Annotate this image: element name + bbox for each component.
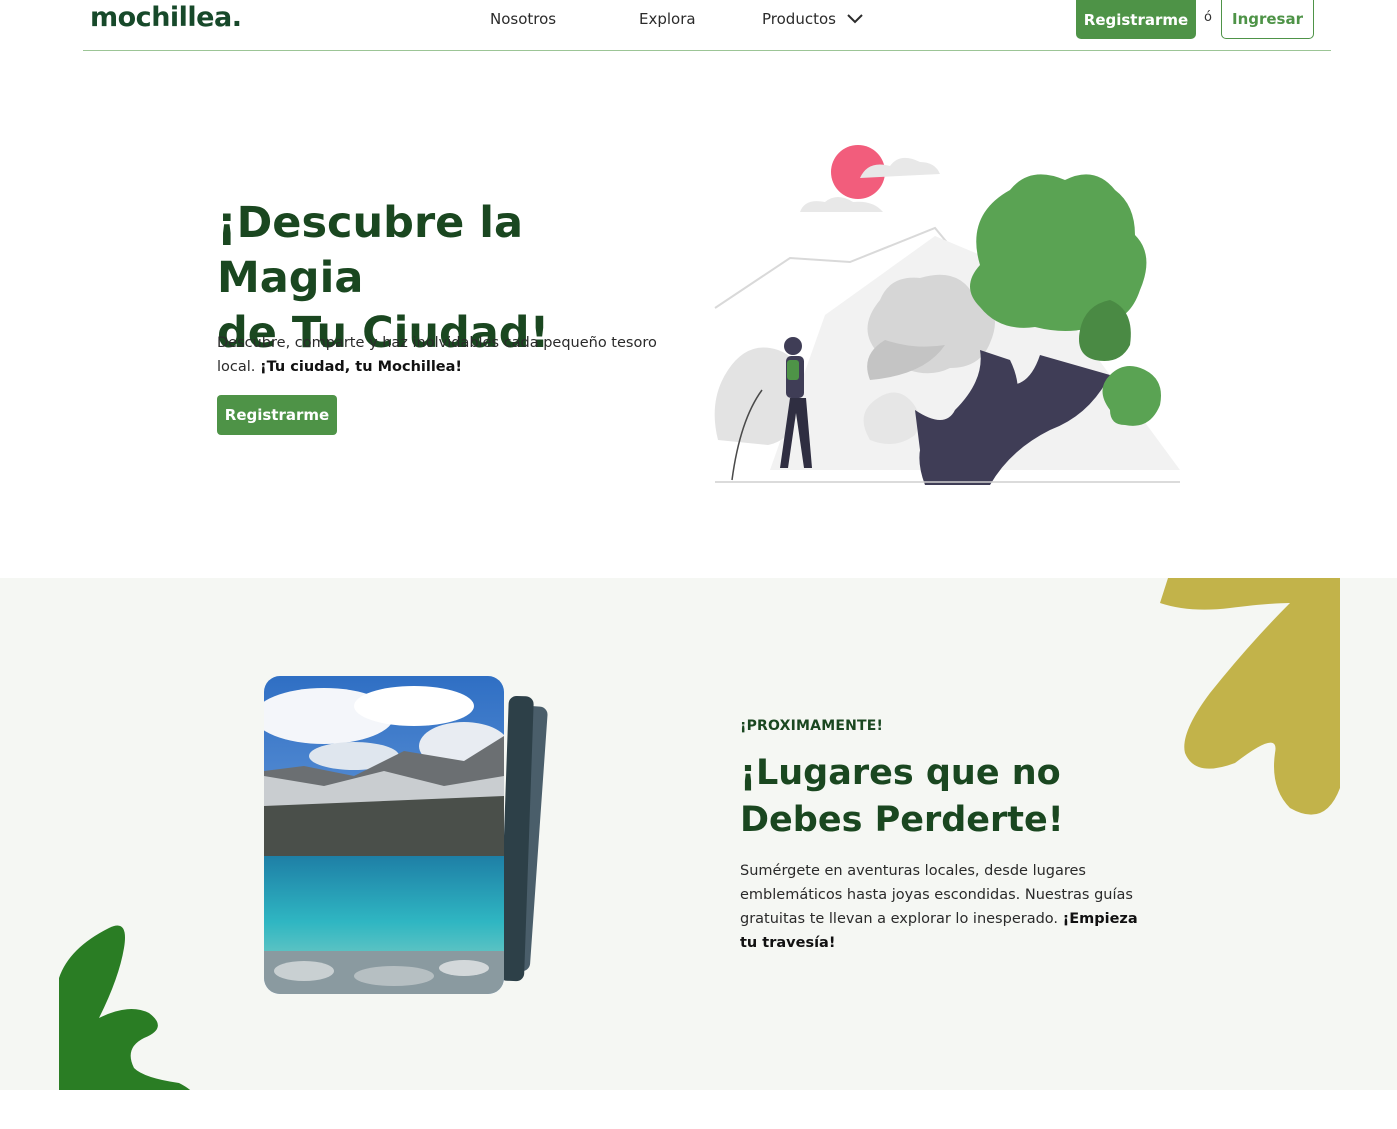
cloud: [800, 197, 883, 212]
lake-photo: [264, 676, 504, 994]
hero-title-line1: ¡Descubre la Magia: [217, 198, 524, 303]
section-title-line1: ¡Lugares que no: [740, 753, 1061, 793]
green-bush: [1102, 366, 1161, 426]
decorative-blob-yellow: [1160, 578, 1340, 815]
hiker-head: [784, 337, 802, 355]
section-title-line2: Debes Perderte!: [740, 800, 1064, 840]
hero-description: Descubre, comparte y haz inolvidables ca…: [217, 331, 657, 379]
or-separator: ó: [1204, 10, 1212, 25]
photo-card-stack[interactable]: [264, 676, 554, 996]
chevron-down-icon: [847, 14, 863, 24]
logo[interactable]: mochillea.: [90, 2, 242, 33]
hiker-backpack: [787, 360, 799, 380]
nav-nosotros[interactable]: Nosotros: [490, 10, 556, 28]
section-kicker: ¡PROXIMAMENTE!: [740, 718, 884, 734]
site-header: mochillea. Nosotros Explora Productos Re…: [83, 0, 1331, 51]
nav-productos-label: Productos: [762, 10, 836, 28]
section-description: Sumérgete en aventuras locales, desde lu…: [740, 859, 1140, 955]
hero-desc-highlight: ¡Tu ciudad, tu Mochillea!: [260, 359, 463, 375]
nav-explora[interactable]: Explora: [639, 10, 696, 28]
login-button[interactable]: Ingresar: [1221, 0, 1314, 39]
nav-productos[interactable]: Productos: [762, 10, 864, 28]
decorative-blob-green: [59, 925, 190, 1090]
section-title: ¡Lugares que no Debes Perderte!: [740, 750, 1080, 844]
places-section: ¡PROXIMAMENTE! ¡Lugares que no Debes Per…: [0, 578, 1397, 1090]
register-button-header[interactable]: Registrarme: [1076, 0, 1196, 39]
hero-illustration: [714, 145, 1180, 485]
register-button-hero[interactable]: Registrarme: [217, 395, 337, 435]
